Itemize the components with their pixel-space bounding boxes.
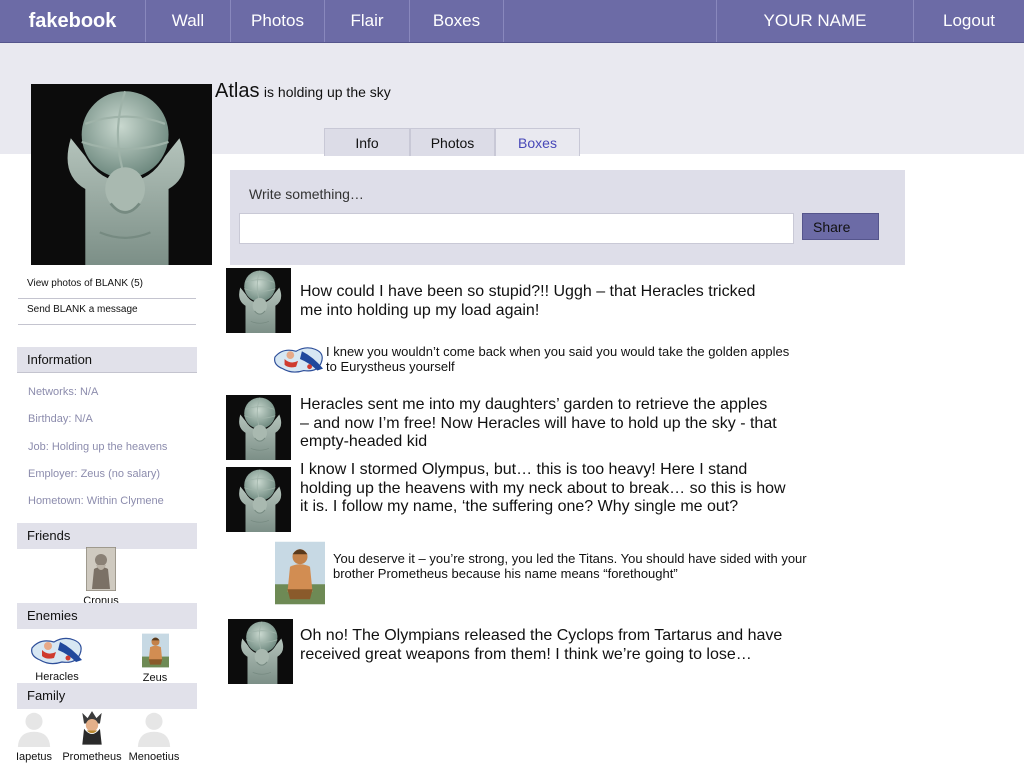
family-iapetus-label: Iapetus — [15, 751, 53, 763]
tab-photos[interactable]: Photos — [410, 128, 495, 156]
profile-name[interactable]: Atlas — [215, 80, 259, 102]
profile-headline: Atlas is holding up the sky — [215, 80, 391, 103]
info-job: Job: Holding up the heavens — [28, 441, 168, 453]
silhouette-icon — [134, 709, 174, 747]
family-prometheus[interactable]: Prometheus — [60, 707, 124, 763]
post-author-avatar[interactable] — [226, 467, 291, 532]
zeus-avatar — [142, 633, 169, 668]
profile-photo[interactable] — [31, 84, 212, 265]
reply-author-avatar[interactable] — [275, 541, 325, 605]
info-employer: Employer: Zeus (no salary) — [28, 468, 161, 480]
post-author-avatar[interactable] — [226, 268, 291, 333]
family-menoetius-label: Menoetius — [128, 751, 180, 763]
send-message-link[interactable]: Send BLANK a message — [18, 304, 196, 325]
composer-label: Write something… — [249, 186, 364, 202]
silhouette-icon — [14, 709, 54, 747]
heracles-avatar — [273, 343, 325, 375]
atlas-avatar — [226, 395, 291, 460]
tab-info[interactable]: Info — [324, 128, 410, 156]
nav-user-name[interactable]: YOUR NAME — [716, 0, 914, 42]
info-hometown: Hometown: Within Clymene — [28, 495, 164, 507]
reply-text: You deserve it – you’re strong, you led … — [333, 551, 807, 581]
friends-heading: Friends — [17, 523, 197, 549]
logout-link[interactable]: Logout — [914, 0, 1024, 42]
post-text: Oh no! The Olympians released the Cyclop… — [300, 627, 783, 663]
atlas-statue-image — [31, 84, 212, 265]
family-menoetius[interactable]: Menoetius — [127, 709, 181, 763]
composer-input[interactable] — [239, 213, 794, 244]
wall-composer: Write something… Share — [230, 170, 905, 265]
nav-wall[interactable]: Wall — [146, 0, 231, 42]
friend-cronus[interactable]: Cronus — [76, 547, 126, 607]
info-networks: Networks: N/A — [28, 386, 99, 398]
atlas-avatar — [228, 619, 293, 684]
nav-boxes[interactable]: Boxes — [410, 0, 504, 42]
post-author-avatar[interactable] — [228, 619, 293, 684]
profile-status: is holding up the sky — [263, 84, 391, 100]
post-author-avatar[interactable] — [226, 395, 291, 460]
brand-logo[interactable]: fakebook — [0, 0, 146, 42]
nav-photos[interactable]: Photos — [231, 0, 325, 42]
top-navbar: fakebook Wall Photos Flair Boxes YOUR NA… — [0, 0, 1024, 43]
info-birthday: Birthday: N/A — [28, 413, 93, 425]
nav-flair[interactable]: Flair — [325, 0, 410, 42]
zeus-avatar — [275, 541, 325, 605]
enemy-zeus[interactable]: Zeus — [135, 633, 175, 684]
atlas-avatar — [226, 467, 291, 532]
heracles-avatar — [30, 634, 84, 666]
atlas-avatar — [226, 268, 291, 333]
family-heading: Family — [17, 683, 197, 709]
family-iapetus[interactable]: Iapetus — [12, 709, 56, 763]
view-photos-link[interactable]: View photos of BLANK (5) — [18, 278, 196, 299]
family-prometheus-label: Prometheus — [62, 751, 122, 763]
reply-author-avatar[interactable] — [273, 343, 325, 375]
enemy-heracles-label: Heracles — [35, 671, 79, 683]
prometheus-avatar — [77, 707, 107, 747]
enemies-heading: Enemies — [17, 603, 197, 629]
reply-text: I knew you wouldn’t come back when you s… — [326, 344, 790, 374]
information-heading: Information — [17, 347, 197, 373]
post-text: How could I have been so stupid?!! Uggh … — [300, 283, 756, 319]
cronus-avatar — [86, 547, 116, 591]
tab-boxes[interactable]: Boxes — [495, 128, 580, 156]
enemy-heracles[interactable]: Heracles — [27, 634, 87, 683]
share-button[interactable]: Share — [802, 213, 879, 240]
post-text: I know I stormed Olympus, but… this is t… — [300, 461, 786, 515]
post-text: Heracles sent me into my daughters’ gard… — [300, 396, 777, 450]
